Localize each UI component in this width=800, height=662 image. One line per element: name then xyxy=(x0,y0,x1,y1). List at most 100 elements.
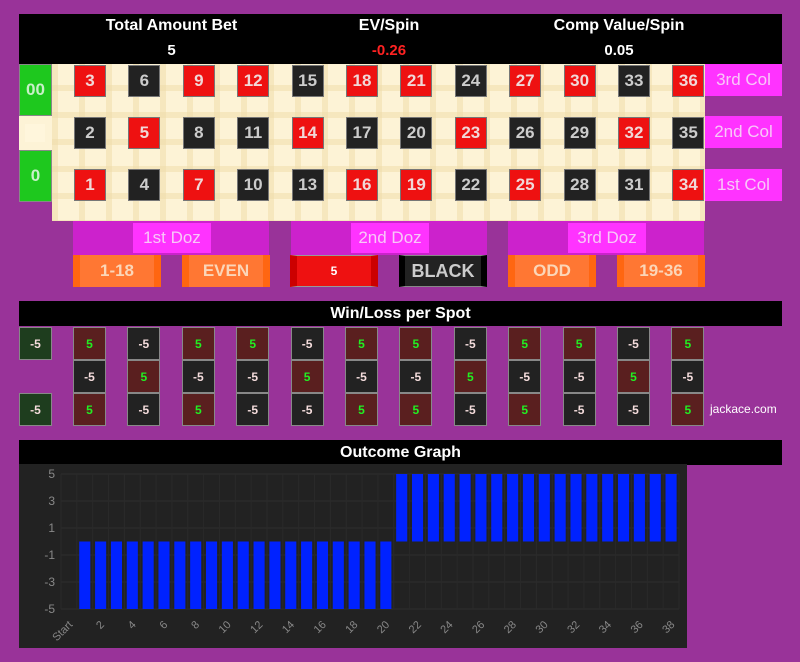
number-2[interactable]: 2 xyxy=(74,117,106,149)
number-24[interactable]: 24 xyxy=(454,65,487,97)
dozen-label: 1st Doz xyxy=(133,223,211,253)
winloss-12: 5 xyxy=(236,327,270,360)
bet-chip-amount: 5 xyxy=(330,264,338,278)
dozen-bet-1st[interactable]: 1st Doz xyxy=(73,221,269,255)
number-26[interactable]: 26 xyxy=(509,117,542,149)
zero-split-area[interactable] xyxy=(19,116,52,150)
number-16[interactable]: 16 xyxy=(346,169,378,201)
dozen-bet-2nd[interactable]: 2nd Doz xyxy=(291,221,487,255)
x-tick-label: 32 xyxy=(565,619,582,636)
winloss-7: 5 xyxy=(181,393,215,426)
bet-1-18[interactable]: 1-18 xyxy=(73,255,161,287)
number-3[interactable]: 3 xyxy=(74,65,106,97)
bar-15 xyxy=(301,541,313,609)
bet-red[interactable]: 5 xyxy=(290,255,378,287)
bar-37 xyxy=(649,474,661,542)
number-11[interactable]: 11 xyxy=(237,117,270,149)
number-29[interactable]: 29 xyxy=(563,117,596,149)
bet-black[interactable]: BLACK xyxy=(399,255,487,287)
number-23[interactable]: 23 xyxy=(454,117,487,149)
y-tick-label: -5 xyxy=(44,602,55,616)
number-31[interactable]: 31 xyxy=(618,169,650,201)
column-bet-2nd[interactable]: 2nd Col xyxy=(705,116,782,148)
x-tick-label: 24 xyxy=(438,619,455,636)
x-tick-label: 10 xyxy=(217,619,234,636)
outcome-graph: 5 3 1 -1 -3 -5 Start 2 4 6 8 10 12 14 16 18 20 22 24 26 28 30… xyxy=(19,464,687,648)
number-12[interactable]: 12 xyxy=(237,65,270,97)
x-tick-label: 20 xyxy=(375,619,392,636)
credit-text[interactable]: jackace.com xyxy=(710,402,777,416)
winloss-8: -5 xyxy=(181,360,215,393)
winloss-0: -5 xyxy=(19,393,52,426)
winloss-27: 5 xyxy=(508,327,542,360)
winloss-5: 5 xyxy=(127,360,161,393)
bar-6 xyxy=(158,541,170,609)
number-13[interactable]: 13 xyxy=(291,169,324,201)
number-00[interactable]: 00 xyxy=(19,64,52,116)
number-22[interactable]: 22 xyxy=(454,169,487,201)
bar-35 xyxy=(617,474,630,542)
winloss-22: -5 xyxy=(453,393,487,426)
number-7[interactable]: 7 xyxy=(182,169,215,201)
number-25[interactable]: 25 xyxy=(509,169,542,201)
bar-27 xyxy=(491,474,503,542)
bar-1 xyxy=(79,541,91,609)
bar-21 xyxy=(396,474,408,542)
number-32[interactable]: 32 xyxy=(618,117,650,149)
number-10[interactable]: 10 xyxy=(237,169,270,201)
dozen-bet-3rd[interactable]: 3rd Doz xyxy=(508,221,704,255)
x-tick-label: 38 xyxy=(660,619,677,636)
bar-26 xyxy=(475,474,487,542)
winloss-29: -5 xyxy=(562,360,596,393)
bet-19-36[interactable]: 19-36 xyxy=(617,255,705,287)
number-27[interactable]: 27 xyxy=(509,65,542,97)
winloss-13: -5 xyxy=(290,393,324,426)
number-33[interactable]: 33 xyxy=(618,65,650,97)
bar-10 xyxy=(221,541,233,609)
column-bet-1st[interactable]: 1st Col xyxy=(705,169,782,201)
number-21[interactable]: 21 xyxy=(400,65,433,97)
number-19[interactable]: 19 xyxy=(400,169,433,201)
bar-13 xyxy=(269,541,281,609)
x-tick-label: 12 xyxy=(248,619,265,636)
number-5[interactable]: 5 xyxy=(128,117,161,149)
number-34[interactable]: 34 xyxy=(672,169,705,201)
number-8[interactable]: 8 xyxy=(182,117,215,149)
bet-even[interactable]: EVEN xyxy=(182,255,270,287)
winloss-9: 5 xyxy=(181,327,215,360)
bar-18 xyxy=(348,541,360,609)
winloss-19: 5 xyxy=(399,393,433,426)
winloss-10: -5 xyxy=(236,393,270,426)
number-30[interactable]: 30 xyxy=(563,65,596,97)
number-14[interactable]: 14 xyxy=(291,117,324,149)
number-35[interactable]: 35 xyxy=(672,117,705,149)
number-0[interactable]: 0 xyxy=(19,150,52,202)
bar-24 xyxy=(443,474,455,542)
bar-2 xyxy=(95,541,107,609)
winloss-1: 5 xyxy=(73,393,106,426)
winloss-4: -5 xyxy=(127,393,161,426)
bar-9 xyxy=(205,541,218,609)
number-36[interactable]: 36 xyxy=(672,65,705,97)
bar-32 xyxy=(570,474,582,542)
winloss-20: -5 xyxy=(399,360,433,393)
column-bet-3rd[interactable]: 3rd Col xyxy=(705,64,782,96)
winloss-14: 5 xyxy=(290,360,324,393)
bar-22 xyxy=(411,474,424,542)
number-18[interactable]: 18 xyxy=(346,65,378,97)
number-6[interactable]: 6 xyxy=(128,65,161,97)
x-tick-label: 28 xyxy=(502,619,519,636)
winloss-6: -5 xyxy=(127,327,161,360)
number-15[interactable]: 15 xyxy=(291,65,324,97)
number-28[interactable]: 28 xyxy=(563,169,596,201)
bar-25 xyxy=(459,474,471,542)
winloss-17: -5 xyxy=(345,360,378,393)
number-17[interactable]: 17 xyxy=(346,117,378,149)
number-4[interactable]: 4 xyxy=(128,169,161,201)
bet-odd[interactable]: ODD xyxy=(508,255,596,287)
number-20[interactable]: 20 xyxy=(400,117,433,149)
x-tick-label: 18 xyxy=(343,619,360,636)
number-9[interactable]: 9 xyxy=(182,65,215,97)
y-tick-label: 1 xyxy=(48,521,55,535)
number-1[interactable]: 1 xyxy=(74,169,106,201)
